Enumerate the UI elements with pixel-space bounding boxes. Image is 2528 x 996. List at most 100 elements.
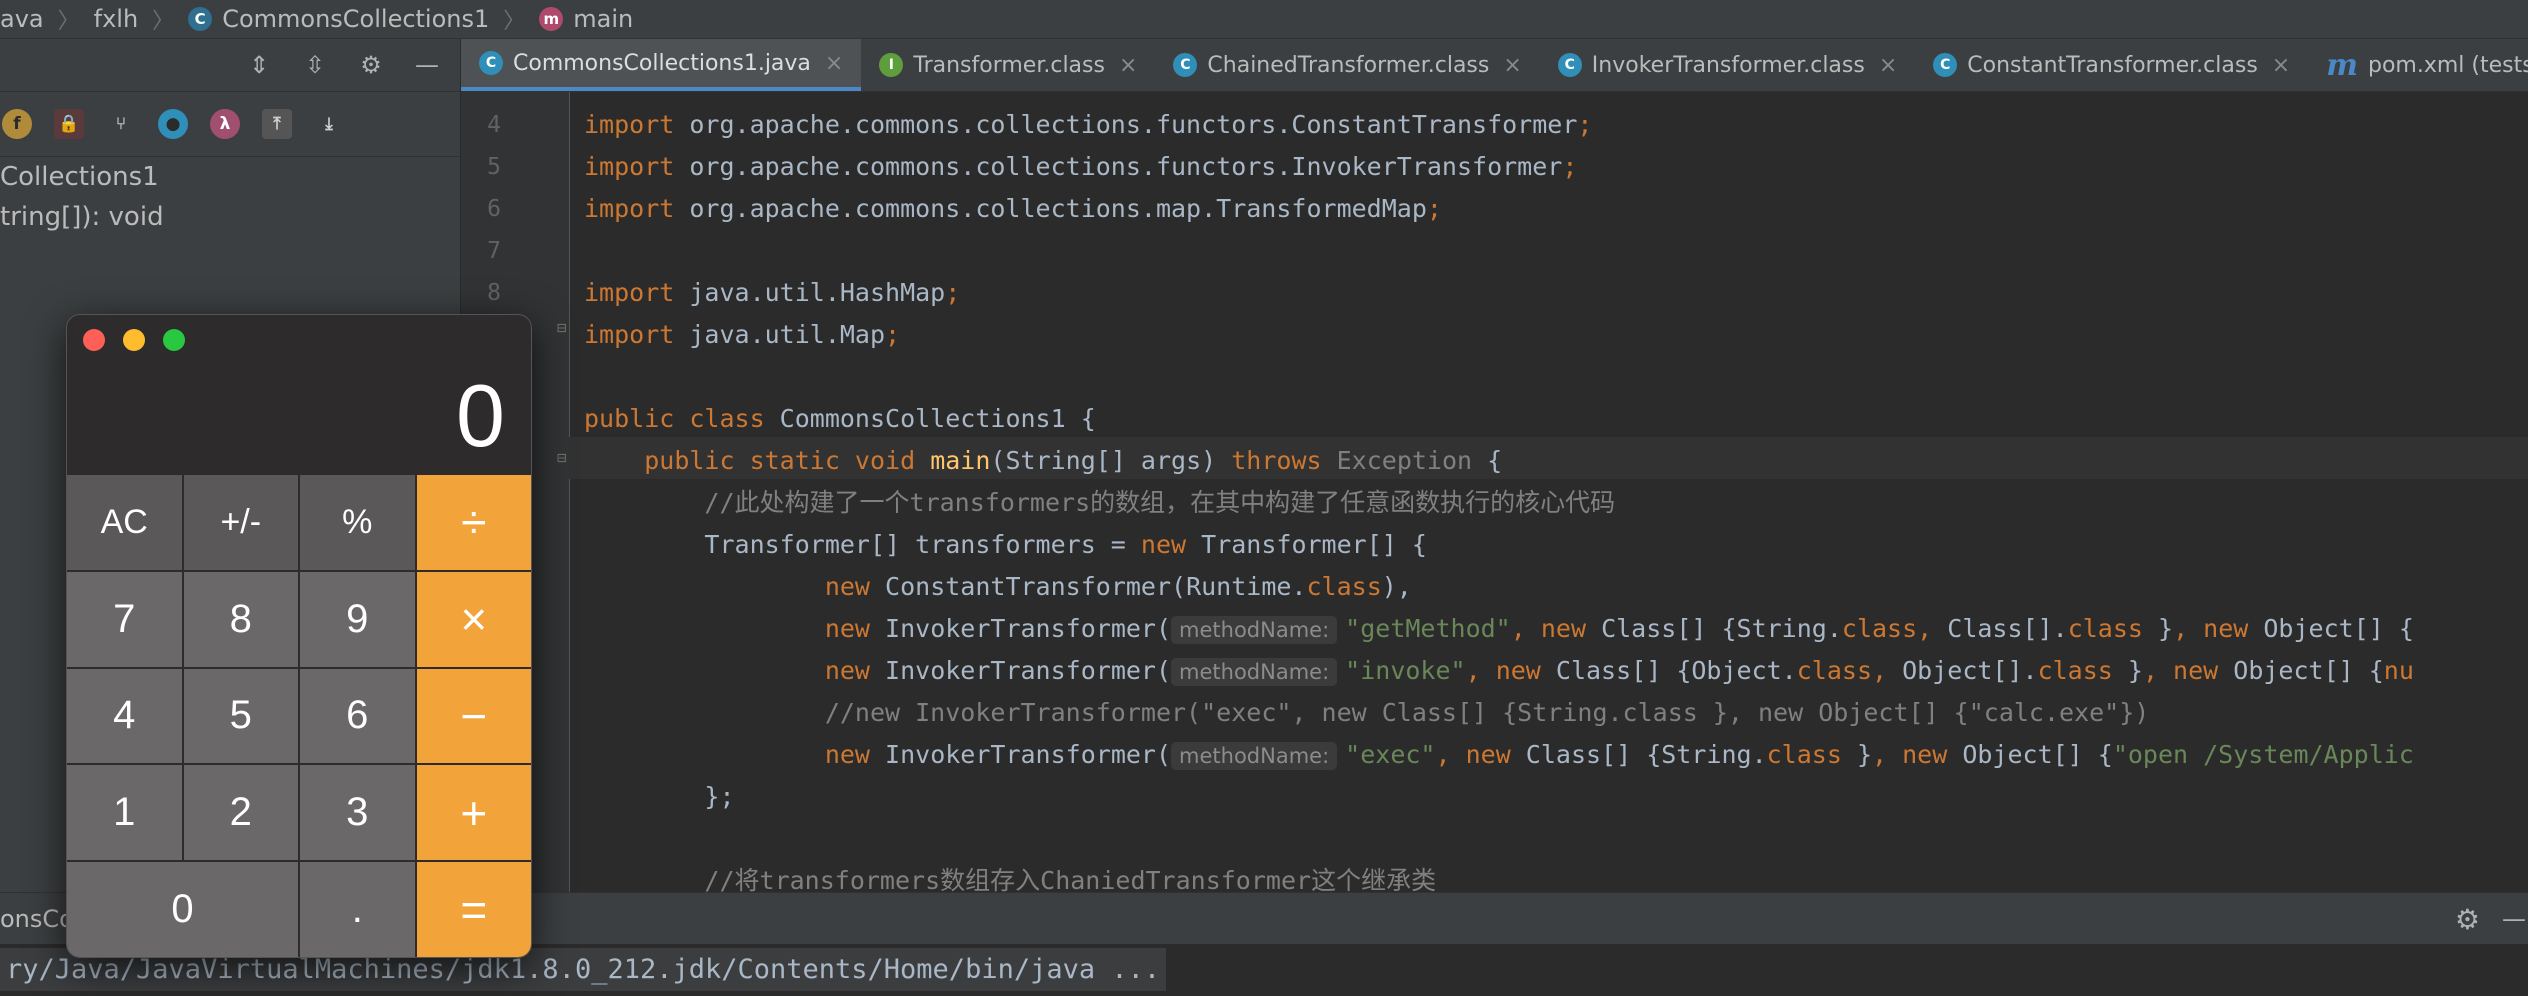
code-line: new InvokerTransformer(methodName: "exec"… <box>824 740 2414 770</box>
tab-label: ConstantTransformer.class <box>1967 52 2258 78</box>
close-icon[interactable]: × <box>825 51 843 76</box>
show-lambdas-icon[interactable]: λ <box>210 109 240 139</box>
fold-icon[interactable]: ⊟ <box>557 318 567 337</box>
clear-button[interactable]: AC <box>67 475 182 570</box>
code-editor[interactable]: import org.apache.commons.collections.fu… <box>584 92 2528 892</box>
decimal-button[interactable]: . <box>300 862 415 957</box>
subtract-button[interactable]: − <box>416 668 531 764</box>
digit-0-button[interactable]: 0 <box>67 862 298 957</box>
method-icon: m <box>539 7 564 31</box>
breadcrumb-item-package-root[interactable]: ava <box>0 5 44 33</box>
run-tab[interactable]: onsCo <box>0 905 74 933</box>
digit-1-button[interactable]: 1 <box>67 765 182 861</box>
class-icon: C <box>1933 53 1958 77</box>
autoscroll-from-source-icon[interactable]: ⤓ <box>314 109 344 139</box>
tab-pom-xml[interactable]: m pom.xml (tests) × <box>2308 39 2528 91</box>
line-number: 7 <box>487 238 501 264</box>
close-icon[interactable]: × <box>1119 53 1137 78</box>
gear-icon[interactable]: ⚙ <box>2455 903 2480 936</box>
digit-8-button[interactable]: 8 <box>183 571 298 667</box>
code-line: import java.util.HashMap; <box>584 278 961 307</box>
close-icon[interactable]: × <box>1503 53 1521 78</box>
digit-7-button[interactable]: 7 <box>67 571 182 667</box>
digit-3-button[interactable]: 3 <box>300 765 415 861</box>
fold-icon[interactable]: ⊟ <box>557 448 567 467</box>
multiply-button[interactable]: × <box>416 571 531 667</box>
calculator-keypad: AC +/- % ÷ 7 8 9 × 4 5 6 − 1 2 3 + 0 . = <box>67 475 531 957</box>
tab-label: CommonsCollections1.java <box>513 50 811 76</box>
breadcrumb-label: ava <box>0 5 44 33</box>
show-anonymous-icon[interactable]: ● <box>158 109 188 139</box>
code-line: new InvokerTransformer(methodName: "invok… <box>824 656 2414 686</box>
parameter-hint: methodName: <box>1171 616 1338 644</box>
equals-button[interactable]: = <box>416 862 531 957</box>
breadcrumb-item-package[interactable]: fxlh <box>94 5 139 33</box>
zoom-window-button[interactable] <box>163 329 185 351</box>
minimize-icon[interactable]: — <box>2502 905 2526 933</box>
tab-constanttransformer-class[interactable]: C ConstantTransformer.class × <box>1915 39 2308 91</box>
tab-commonscollections1-java[interactable]: C CommonsCollections1.java × <box>461 39 862 91</box>
tree-item-method[interactable]: tring[]): void <box>0 197 460 237</box>
tab-transformer-class[interactable]: I Transformer.class × <box>861 39 1155 91</box>
show-inherited-icon[interactable]: ⑂ <box>106 109 136 139</box>
code-text: Transformer[] { <box>1201 530 1427 559</box>
breadcrumb-item-class[interactable]: C CommonsCollections1 <box>188 5 489 33</box>
tree-item-class[interactable]: Collections1 <box>0 157 460 197</box>
code-string: "invoke" <box>1345 656 1466 685</box>
code-line: new ConstantTransformer(Runtime.class), <box>824 572 1412 601</box>
divide-button[interactable]: ÷ <box>416 475 531 570</box>
autoscroll-to-source-icon[interactable]: ⤒ <box>262 109 292 139</box>
digit-2-button[interactable]: 2 <box>183 765 298 861</box>
breadcrumb-label: main <box>573 5 634 33</box>
close-window-button[interactable] <box>83 329 105 351</box>
percent-button[interactable]: % <box>300 475 415 570</box>
code-text: Transformer[] transformers = <box>704 530 1141 559</box>
maven-icon: m <box>2326 47 2358 83</box>
code-string: "getMethod" <box>1345 614 1511 643</box>
calculator-window[interactable]: 0 AC +/- % ÷ 7 8 9 × 4 5 6 − 1 2 3 + 0 .… <box>66 314 532 958</box>
exception-type: Exception <box>1336 446 1473 475</box>
show-fields-icon[interactable]: f <box>2 109 32 139</box>
code-string: "open /System/Applic <box>2112 740 2414 769</box>
tab-chainedtransformer-class[interactable]: C ChainedTransformer.class × <box>1155 39 1539 91</box>
minimize-icon[interactable]: — <box>412 50 442 80</box>
code-line: }; <box>584 776 735 818</box>
expand-all-icon[interactable]: ⇕ <box>244 50 274 80</box>
breadcrumb-item-method[interactable]: m main <box>539 5 633 33</box>
import-path: java.util.Map <box>689 320 886 349</box>
tab-invokertransformer-class[interactable]: C InvokerTransformer.class × <box>1540 39 1915 91</box>
digit-4-button[interactable]: 4 <box>67 668 182 764</box>
add-button[interactable]: + <box>416 765 531 861</box>
digit-6-button[interactable]: 6 <box>300 668 415 764</box>
code-text: }; <box>704 782 735 811</box>
code-line: //将transformers数组存入ChaniedTransformer这个继… <box>584 860 1436 892</box>
line-number: 4 <box>487 112 501 138</box>
editor-tab-bar: C CommonsCollections1.java × I Transform… <box>461 39 2528 92</box>
line-number: 8 <box>487 280 501 306</box>
interface-icon: I <box>879 53 904 77</box>
code-line: import org.apache.commons.collections.ma… <box>584 194 1442 223</box>
minimize-window-button[interactable] <box>123 329 145 351</box>
show-non-public-icon[interactable]: 🔒 <box>54 109 84 139</box>
structure-toolbar: ⇕ ⇳ ⚙ — <box>0 39 460 92</box>
import-path: org.apache.commons.collections.functors.… <box>689 110 1578 139</box>
close-icon[interactable]: × <box>2272 53 2290 78</box>
chevron-right-icon: 〉 <box>503 9 526 34</box>
gear-icon[interactable]: ⚙ <box>356 50 386 80</box>
digit-5-button[interactable]: 5 <box>183 668 298 764</box>
method-params: (String[] args) <box>990 446 1217 475</box>
code-text: Class[] {Object. <box>1555 656 1797 685</box>
negate-button[interactable]: +/- <box>183 475 298 570</box>
tab-label: InvokerTransformer.class <box>1591 52 1865 78</box>
code-text: InvokerTransformer( <box>885 614 1172 643</box>
code-line: import org.apache.commons.collections.fu… <box>584 110 1593 139</box>
close-icon[interactable]: × <box>1879 53 1897 78</box>
class-icon: C <box>1557 53 1582 77</box>
code-comment: //此处构建了一个transformers的数组，在其中构建了任意函数执行的核心… <box>704 488 1616 517</box>
collapse-all-icon[interactable]: ⇳ <box>300 50 330 80</box>
code-text: InvokerTransformer( <box>885 656 1172 685</box>
breadcrumb-label: CommonsCollections1 <box>222 5 490 33</box>
code-text: ConstantTransformer(Runtime. <box>885 572 1307 601</box>
digit-9-button[interactable]: 9 <box>300 571 415 667</box>
chevron-right-icon: 〉 <box>57 9 80 34</box>
